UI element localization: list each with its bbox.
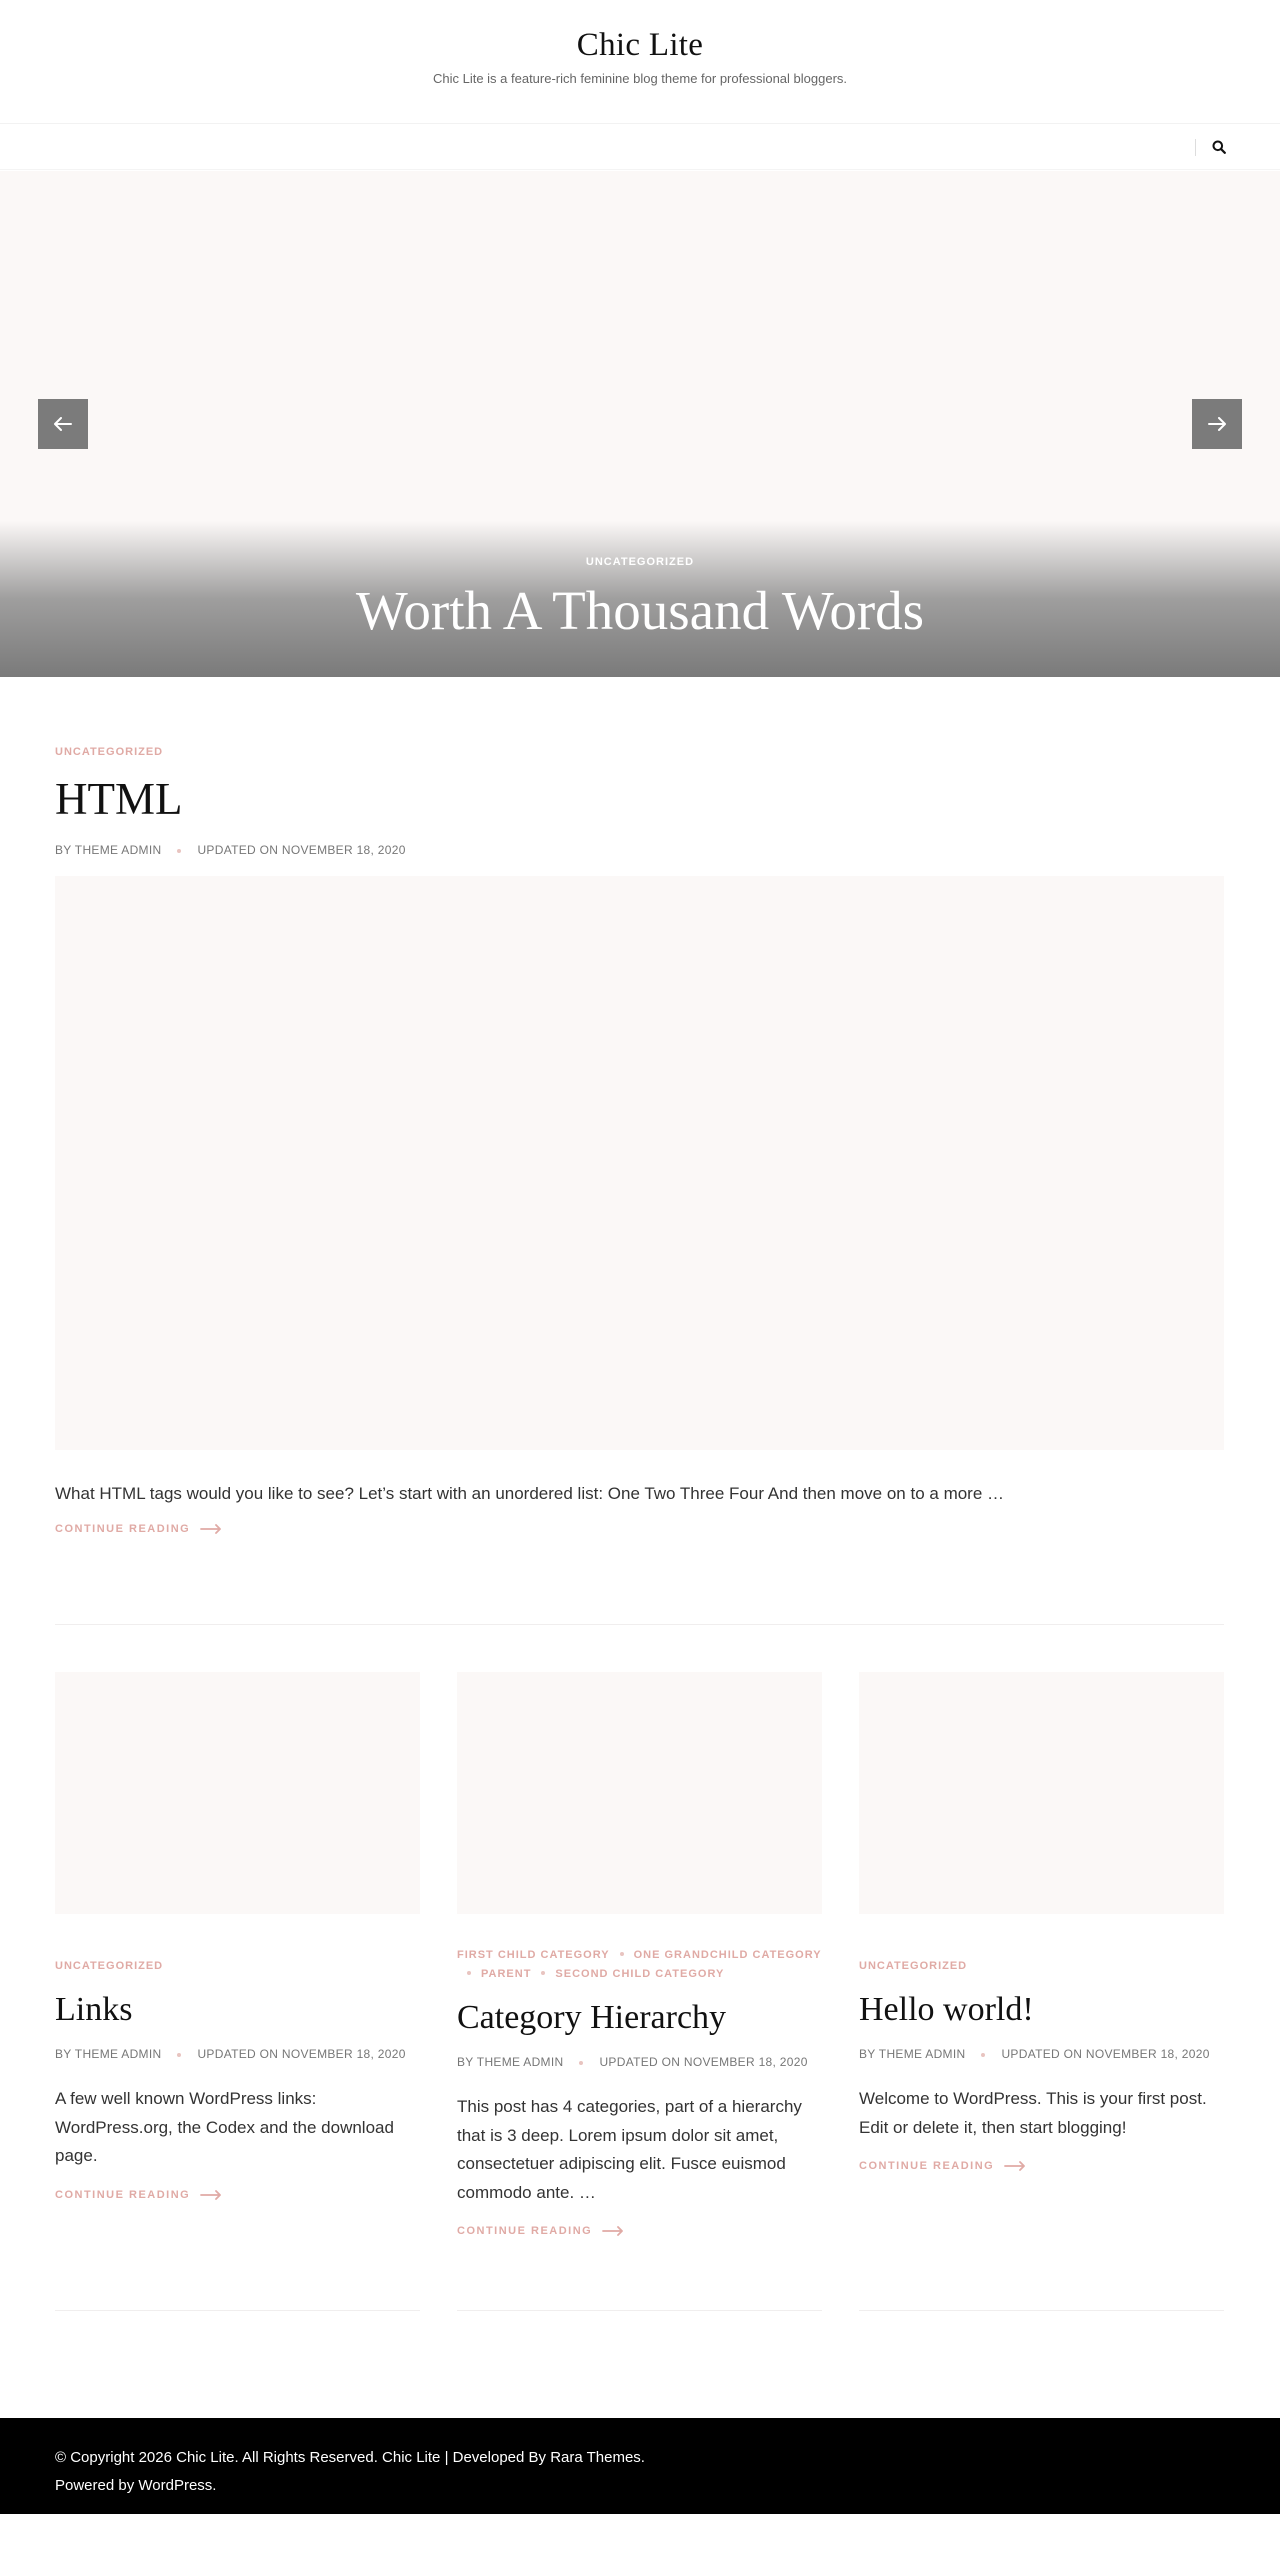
meta-separator xyxy=(579,2060,584,2065)
post-category[interactable]: FIRST CHILD CATEGORY xyxy=(457,1949,610,1961)
post-category[interactable]: ONE GRANDCHILD CATEGORY xyxy=(634,1949,822,1961)
post-author[interactable]: BY THEME ADMIN xyxy=(457,2055,563,2069)
post-excerpt: This post has 4 categories, part of a hi… xyxy=(457,2097,802,2202)
post-meta: BY THEME ADMIN UPDATED ON NOVEMBER 18, 20… xyxy=(55,843,1224,857)
post-author[interactable]: BY THEME ADMIN xyxy=(859,2047,965,2061)
category-separator xyxy=(541,1970,546,1975)
hero-category[interactable]: UNCATEGORIZED xyxy=(0,556,1280,568)
post-thumbnail[interactable] xyxy=(457,1672,822,1914)
search-icon[interactable] xyxy=(1209,137,1229,157)
arrow-left-icon xyxy=(54,417,72,431)
hero-slider[interactable]: UNCATEGORIZED Worth A Thousand Words xyxy=(0,171,1280,677)
copyright-text: © Copyright 2026 Chic Lite. All Rights R… xyxy=(55,2449,645,2494)
site-title[interactable]: Chic Lite xyxy=(0,0,1280,64)
post-thumbnail[interactable] xyxy=(55,876,1224,1450)
category-separator xyxy=(467,1970,471,1975)
post-meta: BY THEME ADMIN UPDATED ON NOVEMBER 18, 20… xyxy=(859,2047,1224,2061)
post-card: FIRST CHILD CATEGORY ONE GRANDCHILD CATEG… xyxy=(457,1672,822,2239)
post-title[interactable]: HTML xyxy=(55,773,1224,825)
continue-reading-label: CONTINUE READING xyxy=(457,2225,593,2238)
post-category[interactable]: UNCATEGORIZED xyxy=(55,746,1224,758)
post-excerpt: What HTML tags would you like to see? Le… xyxy=(55,1484,1005,1503)
post-author[interactable]: BY THEME ADMIN xyxy=(55,843,161,857)
post-title[interactable]: Category Hierarchy xyxy=(457,1999,822,2037)
hero-title[interactable]: Worth A Thousand Words xyxy=(0,579,1280,642)
category-separator xyxy=(619,1951,624,1956)
post-excerpt: A few well known WordPress links: WordPr… xyxy=(55,2089,394,2166)
post-updated-date: UPDATED ON NOVEMBER 18, 2020 xyxy=(197,2047,406,2061)
slider-prev-button[interactable] xyxy=(38,399,88,449)
site-description: Chic Lite is a feature-rich feminine blo… xyxy=(432,71,848,86)
post-category[interactable]: SECOND CHILD CATEGORY xyxy=(555,1968,724,1980)
continue-reading-label: CONTINUE READING xyxy=(859,2160,995,2173)
post-updated-date: UPDATED ON NOVEMBER 18, 2020 xyxy=(197,843,406,857)
long-arrow-right-icon xyxy=(602,2226,624,2237)
meta-separator xyxy=(177,848,182,853)
site-footer: © Copyright 2026 Chic Lite. All Rights R… xyxy=(0,2418,1280,2514)
post-meta: BY THEME ADMIN UPDATED ON NOVEMBER 18, 20… xyxy=(55,2047,420,2061)
navigation-bar xyxy=(0,124,1280,170)
post-updated-date: UPDATED ON NOVEMBER 18, 2020 xyxy=(1001,2047,1210,2061)
long-arrow-right-icon xyxy=(200,1524,222,1535)
continue-reading-link[interactable]: CONTINUE READING xyxy=(55,2189,222,2201)
post-category[interactable]: UNCATEGORIZED xyxy=(859,1960,967,1972)
post-categories: FIRST CHILD CATEGORY ONE GRANDCHILD CATEG… xyxy=(457,1945,822,1983)
post-thumbnail[interactable] xyxy=(859,1672,1224,1914)
arrow-right-icon xyxy=(1208,417,1226,431)
continue-reading-label: CONTINUE READING xyxy=(55,1523,191,1536)
post-meta: BY THEME ADMIN UPDATED ON NOVEMBER 18, 20… xyxy=(457,2055,822,2069)
continue-reading-link[interactable]: CONTINUE READING xyxy=(457,2225,624,2237)
post-categories: UNCATEGORIZED xyxy=(55,1956,420,1975)
card-divider xyxy=(55,2310,420,2311)
site-header: Chic Lite Chic Lite is a feature-rich fe… xyxy=(0,0,1280,124)
slider-next-button[interactable] xyxy=(1192,399,1242,449)
post-category[interactable]: PARENT xyxy=(481,1968,531,1980)
post-author[interactable]: BY THEME ADMIN xyxy=(55,2047,161,2061)
section-divider xyxy=(55,1624,1224,1625)
meta-separator xyxy=(981,2052,986,2057)
long-arrow-right-icon xyxy=(200,2189,222,2200)
featured-post: UNCATEGORIZED HTML BY THEME ADMIN UPDATED… xyxy=(55,746,1224,1537)
meta-separator xyxy=(177,2052,182,2057)
post-excerpt: Welcome to WordPress. This is your first… xyxy=(859,2089,1207,2137)
post-categories: UNCATEGORIZED xyxy=(859,1956,1224,1975)
post-category[interactable]: UNCATEGORIZED xyxy=(55,1960,163,1972)
card-divider xyxy=(457,2310,822,2311)
post-card: UNCATEGORIZED Links BY THEME ADMIN UPDATE… xyxy=(55,1672,420,2203)
post-updated-date: UPDATED ON NOVEMBER 18, 2020 xyxy=(599,2055,808,2069)
continue-reading-link[interactable]: CONTINUE READING xyxy=(859,2160,1026,2172)
nav-divider xyxy=(1195,139,1196,156)
post-title[interactable]: Hello world! xyxy=(859,1991,1224,2029)
post-card: UNCATEGORIZED Hello world! BY THEME ADMI… xyxy=(859,1672,1224,2174)
continue-reading-link[interactable]: CONTINUE READING xyxy=(55,1523,222,1535)
continue-reading-label: CONTINUE READING xyxy=(55,2188,191,2201)
card-divider xyxy=(859,2310,1224,2311)
post-thumbnail[interactable] xyxy=(55,1672,420,1914)
long-arrow-right-icon xyxy=(1004,2161,1026,2171)
post-title[interactable]: Links xyxy=(55,1991,420,2029)
